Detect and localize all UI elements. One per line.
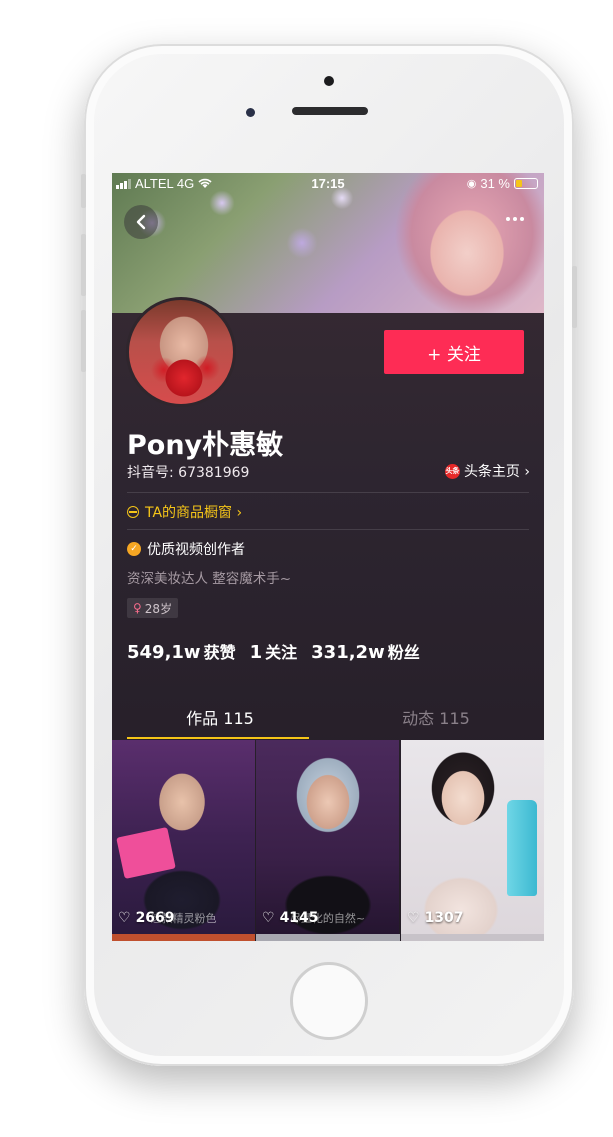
battery-percent: 31 % [480, 176, 510, 191]
video-thumbnail[interactable]: ♡ 1307 [401, 740, 544, 934]
back-button[interactable] [124, 205, 158, 239]
chevron-left-icon [136, 214, 146, 230]
profile-stats: 549,1w 获赞 1 关注 331,2w 粉丝 [127, 639, 420, 663]
video-likes: ♡ 2669 [118, 910, 175, 926]
follow-button[interactable]: + 关注 [384, 330, 524, 374]
front-sensor [324, 76, 334, 86]
heart-icon: ♡ [118, 910, 131, 926]
shop-label: TA的商品橱窗 › [145, 505, 243, 521]
status-bar: ALTEL 4G 17:15 ◉ 31 % [112, 175, 544, 193]
app-screen: ALTEL 4G 17:15 ◉ 31 % + 关注 Pony朴惠敏 抖音号: … [112, 173, 544, 941]
douyin-id: 抖音号: 67381969 [127, 465, 250, 481]
age-badge: ♀ 28岁 [127, 598, 179, 618]
divider [127, 492, 529, 493]
tab-activity[interactable]: 动态 115 [328, 705, 544, 729]
rotation-lock-icon: ◉ [466, 178, 477, 190]
profile-name: Pony朴惠敏 [127, 430, 284, 461]
profile-cover-image [112, 173, 544, 313]
likes-stat: 549,1w 获赞 [127, 642, 236, 663]
video-likes: ♡ 1307 [407, 910, 464, 926]
active-tab-indicator [127, 737, 309, 739]
bio: 资深美妆达人 整容魔术手~ [127, 571, 292, 587]
toutiao-label: 头条主页 › [463, 464, 530, 480]
verified-check-icon: ✓ [127, 542, 141, 556]
mute-switch [81, 174, 86, 208]
front-camera [246, 108, 255, 117]
tab-works[interactable]: 作品 115 [112, 705, 328, 729]
video-thumbnail[interactable]: 尽量化的自然~ ♡ 4145 [256, 740, 399, 934]
following-stat[interactable]: 1 关注 [250, 639, 298, 663]
toutiao-logo-icon: 头条 [444, 463, 460, 479]
next-row-preview [112, 934, 544, 941]
home-button[interactable] [290, 962, 368, 1040]
volume-down-button [81, 310, 86, 372]
video-likes: ♡ 4145 [262, 910, 319, 926]
followers-stat[interactable]: 331,2w 粉丝 [311, 639, 420, 663]
content-tabs: 作品 115 动态 115 [112, 693, 544, 739]
female-icon: ♀ [133, 601, 142, 615]
avatar[interactable] [126, 297, 236, 407]
shop-window-link[interactable]: TA的商品橱窗 › [127, 502, 242, 522]
product-box [116, 827, 176, 879]
toutiao-homepage-link[interactable]: 头条 头条主页 › [444, 461, 530, 481]
more-button[interactable] [500, 209, 530, 229]
heart-icon: ♡ [262, 910, 275, 926]
product-bottle [507, 800, 537, 896]
verified-creator: ✓ 优质视频创作者 [127, 539, 245, 559]
shop-icon [127, 506, 139, 518]
power-button [572, 266, 577, 328]
ellipsis-icon [506, 217, 510, 221]
heart-icon: ♡ [407, 910, 420, 926]
divider [127, 529, 529, 530]
verified-label: 优质视频创作者 [147, 542, 245, 558]
volume-up-button [81, 234, 86, 296]
age-label: 28岁 [144, 601, 173, 616]
video-grid: 这款精灵粉色 ♡ 2669 尽量化的自然~ ♡ 4145 ♡ 1307 [112, 740, 544, 941]
earpiece-speaker [292, 107, 368, 115]
video-thumbnail[interactable]: 这款精灵粉色 ♡ 2669 [112, 740, 255, 934]
battery-icon [514, 178, 538, 189]
